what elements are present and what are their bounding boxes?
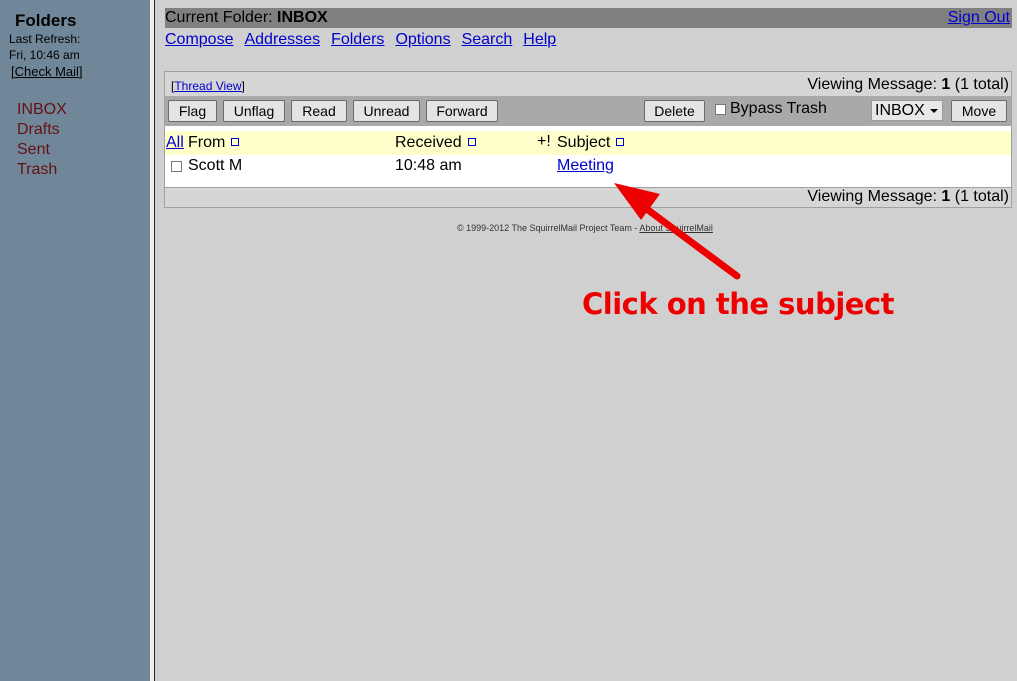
annotation-arrow-icon	[614, 183, 741, 280]
arrow-shaft	[636, 200, 741, 280]
annotation-text: Click on the subject	[582, 287, 895, 321]
